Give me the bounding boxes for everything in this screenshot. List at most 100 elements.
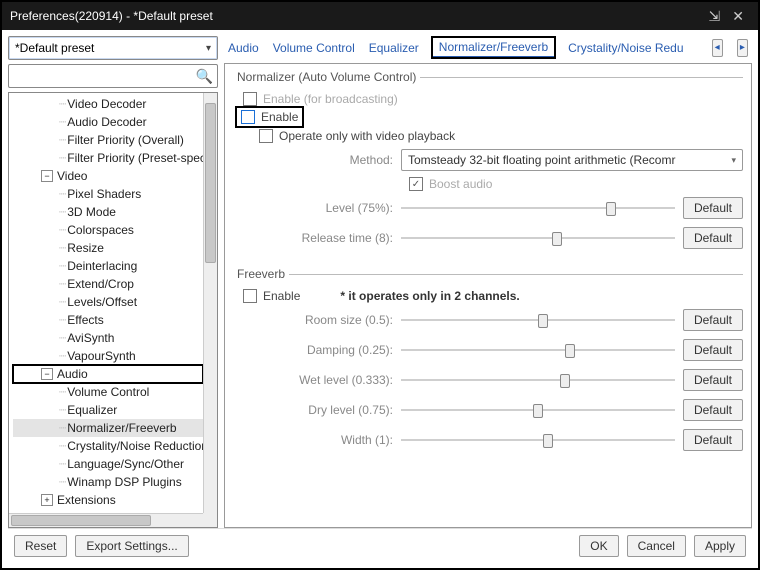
close-icon[interactable]: ✕ [726, 8, 750, 25]
method-label: Method: [233, 153, 393, 167]
tree-item-video-decoder[interactable]: ┈Video Decoder [13, 95, 203, 113]
width-label: Width (1): [233, 433, 393, 447]
checkbox-icon [243, 92, 257, 106]
tree-item-colorspaces[interactable]: ┈Colorspaces [13, 221, 203, 239]
damping-slider[interactable] [401, 343, 675, 357]
search-box[interactable]: 🔍 [8, 64, 218, 88]
tabs-scroll-left-button[interactable]: ◂ [712, 39, 723, 57]
release-row: Release time (8): Default [233, 223, 743, 253]
tree-item-normalizer-freeverb[interactable]: ┈Normalizer/Freeverb [13, 419, 203, 437]
reset-button[interactable]: Reset [14, 535, 67, 557]
tree-branch-extensions[interactable]: +Extensions [13, 491, 203, 509]
room-label: Room size (0.5): [233, 313, 393, 327]
tree-item--d-mode[interactable]: ┈3D Mode [13, 203, 203, 221]
tree-item-avisynth[interactable]: ┈AviSynth [13, 329, 203, 347]
checkbox-icon [243, 289, 257, 303]
tree-item-filter-priority-preset-specifi[interactable]: ┈Filter Priority (Preset-specifi [13, 149, 203, 167]
release-default-button[interactable]: Default [683, 227, 743, 249]
method-row: Method: Tomsteady 32-bit floating point … [233, 145, 743, 175]
wet-default-button[interactable]: Default [683, 369, 743, 391]
expand-icon: + [41, 494, 53, 506]
tree-item-filter-priority-overall-[interactable]: ┈Filter Priority (Overall) [13, 131, 203, 149]
width-slider[interactable] [401, 433, 675, 447]
cancel-button[interactable]: Cancel [627, 535, 686, 557]
chevron-down-icon: ▾ [206, 43, 211, 54]
room-slider[interactable] [401, 313, 675, 327]
tree-item-vapoursynth[interactable]: ┈VapourSynth [13, 347, 203, 365]
tab-equalizer[interactable]: Equalizer [369, 41, 419, 55]
level-label: Level (75%): [233, 201, 393, 215]
wet-label: Wet level (0.333): [233, 373, 393, 387]
tab-normalizer-freeverb[interactable]: Normalizer/Freeverb [433, 38, 554, 57]
only-video-checkbox[interactable]: Operate only with video playback [233, 127, 743, 145]
freeverb-note: * it operates only in 2 channels. [340, 289, 519, 303]
level-row: Level (75%): Default [233, 193, 743, 223]
dry-slider[interactable] [401, 403, 675, 417]
tabs-scroll-right-button[interactable]: ▸ [737, 39, 748, 57]
tree-item-winamp-dsp-plugins[interactable]: ┈Winamp DSP Plugins [13, 473, 203, 491]
wet-slider[interactable] [401, 373, 675, 387]
checkbox-icon [259, 129, 273, 143]
width-row: Width (1): Default [233, 425, 743, 455]
tree-item-crystality-noise-reduction[interactable]: ┈Crystality/Noise Reduction [13, 437, 203, 455]
tree-hscroll[interactable] [9, 513, 203, 527]
tab-crystality-noise-redu[interactable]: Crystality/Noise Redu [568, 41, 683, 55]
tree-item-extend-crop[interactable]: ┈Extend/Crop [13, 275, 203, 293]
damping-default-button[interactable]: Default [683, 339, 743, 361]
checkbox-icon [409, 177, 423, 191]
preset-selected: *Default preset [15, 41, 94, 55]
tree-item-effects[interactable]: ┈Effects [13, 311, 203, 329]
window-title: Preferences(220914) - *Default preset [10, 9, 703, 23]
tree-branch-audio[interactable]: −Audio [13, 365, 203, 383]
tab-volume-control[interactable]: Volume Control [273, 41, 355, 55]
method-dropdown[interactable]: Tomsteady 32-bit floating point arithmet… [401, 149, 743, 171]
freeverb-group: Freeverb Enable * it operates only in 2 … [233, 267, 743, 459]
collapse-icon: − [41, 368, 53, 380]
tab-strip: Audio Volume Control Equalizer Normalizer/F… [224, 36, 752, 63]
tree-item-pixel-shaders[interactable]: ┈Pixel Shaders [13, 185, 203, 203]
normalizer-enable-checkbox[interactable]: Enable [237, 108, 302, 126]
apply-button[interactable]: Apply [694, 535, 746, 557]
preset-dropdown[interactable]: *Default preset ▾ [8, 36, 218, 60]
collapse-icon: − [41, 170, 53, 182]
ok-button[interactable]: OK [579, 535, 618, 557]
enable-broadcast-checkbox[interactable]: Enable (for broadcasting) [233, 90, 743, 108]
width-default-button[interactable]: Default [683, 429, 743, 451]
category-tree: ┈Video Decoder┈Audio Decoder┈Filter Prio… [8, 92, 218, 528]
tree-item-levels-offset[interactable]: ┈Levels/Offset [13, 293, 203, 311]
tree-item-audio-decoder[interactable]: ┈Audio Decoder [13, 113, 203, 131]
freeverb-enable-checkbox[interactable]: Enable [233, 287, 300, 305]
wet-row: Wet level (0.333): Default [233, 365, 743, 395]
boost-audio-checkbox[interactable]: Boost audio [233, 175, 743, 193]
tree-vscroll[interactable] [203, 93, 217, 513]
tree-item-volume-control[interactable]: ┈Volume Control [13, 383, 203, 401]
tree-item-resize[interactable]: ┈Resize [13, 239, 203, 257]
normalizer-legend: Normalizer (Auto Volume Control) [233, 70, 420, 84]
settings-pane: Normalizer (Auto Volume Control) Enable … [224, 63, 752, 528]
search-icon: 🔍 [196, 68, 213, 85]
search-input[interactable] [13, 69, 196, 83]
export-settings-button[interactable]: Export Settings... [75, 535, 188, 557]
freeverb-legend: Freeverb [233, 267, 289, 281]
dry-row: Dry level (0.75): Default [233, 395, 743, 425]
release-slider[interactable] [401, 231, 675, 245]
normalizer-group: Normalizer (Auto Volume Control) Enable … [233, 70, 743, 257]
tree-item-deinterlacing[interactable]: ┈Deinterlacing [13, 257, 203, 275]
dry-default-button[interactable]: Default [683, 399, 743, 421]
room-row: Room size (0.5): Default [233, 305, 743, 335]
checkbox-icon [241, 110, 255, 124]
release-label: Release time (8): [233, 231, 393, 245]
pin-icon[interactable]: ⇲ [703, 8, 727, 25]
damping-row: Damping (0.25): Default [233, 335, 743, 365]
bottom-bar: Reset Export Settings... OK Cancel Apply [8, 528, 752, 562]
tree-item-language-sync-other[interactable]: ┈Language/Sync/Other [13, 455, 203, 473]
chevron-down-icon: ▾ [731, 155, 736, 166]
tree-branch-video[interactable]: −Video [13, 167, 203, 185]
room-default-button[interactable]: Default [683, 309, 743, 331]
tree-item-equalizer[interactable]: ┈Equalizer [13, 401, 203, 419]
level-slider[interactable] [401, 201, 675, 215]
damping-label: Damping (0.25): [233, 343, 393, 357]
dry-label: Dry level (0.75): [233, 403, 393, 417]
tab-audio[interactable]: Audio [228, 41, 259, 55]
level-default-button[interactable]: Default [683, 197, 743, 219]
